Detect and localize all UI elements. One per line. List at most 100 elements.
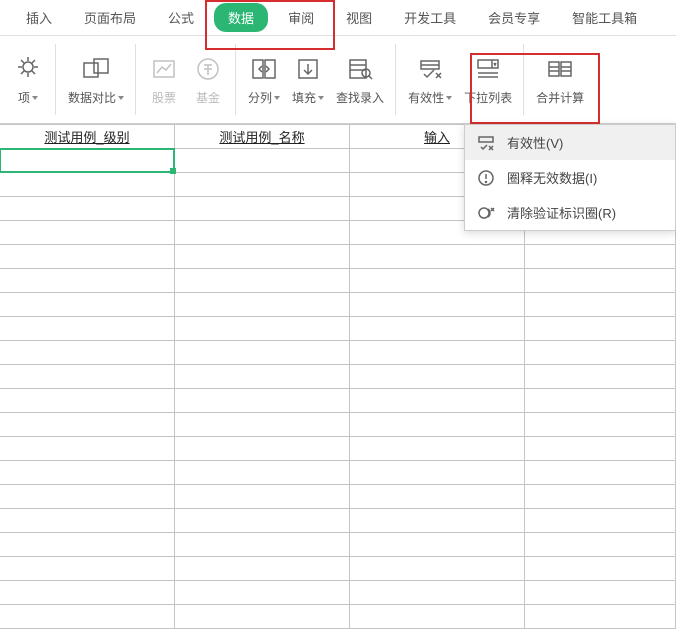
fill-label: 填充 [292,89,316,106]
tab-dev-tools[interactable]: 开发工具 [392,2,468,33]
cell[interactable] [350,605,525,628]
options-button[interactable]: 项 [6,40,50,120]
data-compare-button[interactable]: 数据对比 [62,40,130,120]
cell[interactable] [525,269,676,292]
cell[interactable] [175,533,350,556]
cell[interactable] [175,221,350,244]
cell[interactable] [0,461,175,484]
cell[interactable] [175,269,350,292]
cell[interactable] [175,581,350,604]
menu-item-circle-invalid[interactable]: 圈释无效数据(I) [465,160,675,195]
cell[interactable] [525,293,676,316]
cell[interactable] [525,509,676,532]
cell[interactable] [0,197,175,220]
stock-button[interactable]: 股票 [142,40,186,120]
cell[interactable] [350,413,525,436]
cell[interactable] [175,341,350,364]
cell[interactable] [0,269,175,292]
cell[interactable] [175,509,350,532]
fill-button[interactable]: 填充 [286,40,330,120]
cell[interactable] [175,245,350,268]
cell[interactable] [350,269,525,292]
cell[interactable] [350,533,525,556]
cell[interactable] [175,605,350,628]
cell[interactable] [175,317,350,340]
table-row [0,509,676,533]
cell[interactable] [0,245,175,268]
fund-button[interactable]: 基金 [186,40,230,120]
cell[interactable] [525,413,676,436]
cell[interactable] [175,149,350,172]
cell[interactable] [175,197,350,220]
cell[interactable] [175,557,350,580]
cell[interactable] [350,341,525,364]
menu-item-validity[interactable]: 有效性(V) [465,125,675,160]
menu-item-clear-circles[interactable]: 清除验证标识圈(R) [465,195,675,230]
cell[interactable] [525,317,676,340]
header-cell-name[interactable]: 测试用例_名称 [175,125,350,148]
cell[interactable] [0,341,175,364]
cell[interactable] [525,341,676,364]
cell[interactable] [0,221,175,244]
cell[interactable] [350,509,525,532]
cell[interactable] [525,485,676,508]
tab-review[interactable]: 审阅 [276,2,326,33]
cell[interactable] [0,173,175,196]
cell[interactable] [350,485,525,508]
cell[interactable] [525,605,676,628]
cell[interactable] [175,485,350,508]
cell[interactable] [525,389,676,412]
table-row [0,485,676,509]
cell[interactable] [0,413,175,436]
cell[interactable] [525,533,676,556]
cell[interactable] [175,461,350,484]
cell[interactable] [175,365,350,388]
cell[interactable] [350,461,525,484]
tab-smart-toolbox[interactable]: 智能工具箱 [560,2,649,33]
lookup-entry-button[interactable]: 查找录入 [330,40,390,120]
cell[interactable] [525,365,676,388]
cell[interactable] [175,173,350,196]
cell[interactable] [350,437,525,460]
header-cell-level[interactable]: 测试用例_级别 [0,125,175,148]
split-column-button[interactable]: 分列 [242,40,286,120]
cell[interactable] [0,317,175,340]
cell[interactable] [175,293,350,316]
tab-data[interactable]: 数据 [214,3,268,32]
cell[interactable] [350,581,525,604]
validity-button[interactable]: 有效性 [402,40,458,120]
tab-formula[interactable]: 公式 [156,2,206,33]
cell[interactable] [0,605,175,628]
cell[interactable] [0,557,175,580]
cell[interactable] [175,413,350,436]
cell[interactable] [0,581,175,604]
cell[interactable] [0,485,175,508]
cell[interactable] [350,293,525,316]
cell[interactable] [350,245,525,268]
tab-view[interactable]: 视图 [334,2,384,33]
cell[interactable] [0,365,175,388]
cell[interactable] [525,245,676,268]
tab-insert[interactable]: 插入 [14,2,64,33]
cell[interactable] [0,149,175,172]
cell[interactable] [175,389,350,412]
cell[interactable] [0,437,175,460]
merge-calc-button[interactable]: 合并计算 [530,40,590,120]
cell[interactable] [0,533,175,556]
cell[interactable] [525,557,676,580]
cell[interactable] [350,365,525,388]
cell[interactable] [175,437,350,460]
cell[interactable] [525,437,676,460]
cell[interactable] [525,581,676,604]
cell[interactable] [350,557,525,580]
cell[interactable] [350,389,525,412]
cell[interactable] [525,461,676,484]
tab-member[interactable]: 会员专享 [476,2,552,33]
cell[interactable] [0,293,175,316]
dropdown-list-button[interactable]: 下拉列表 [458,40,518,120]
stock-label: 股票 [152,89,176,106]
cell[interactable] [350,317,525,340]
cell[interactable] [0,509,175,532]
tab-page-layout[interactable]: 页面布局 [72,2,148,33]
cell[interactable] [0,389,175,412]
